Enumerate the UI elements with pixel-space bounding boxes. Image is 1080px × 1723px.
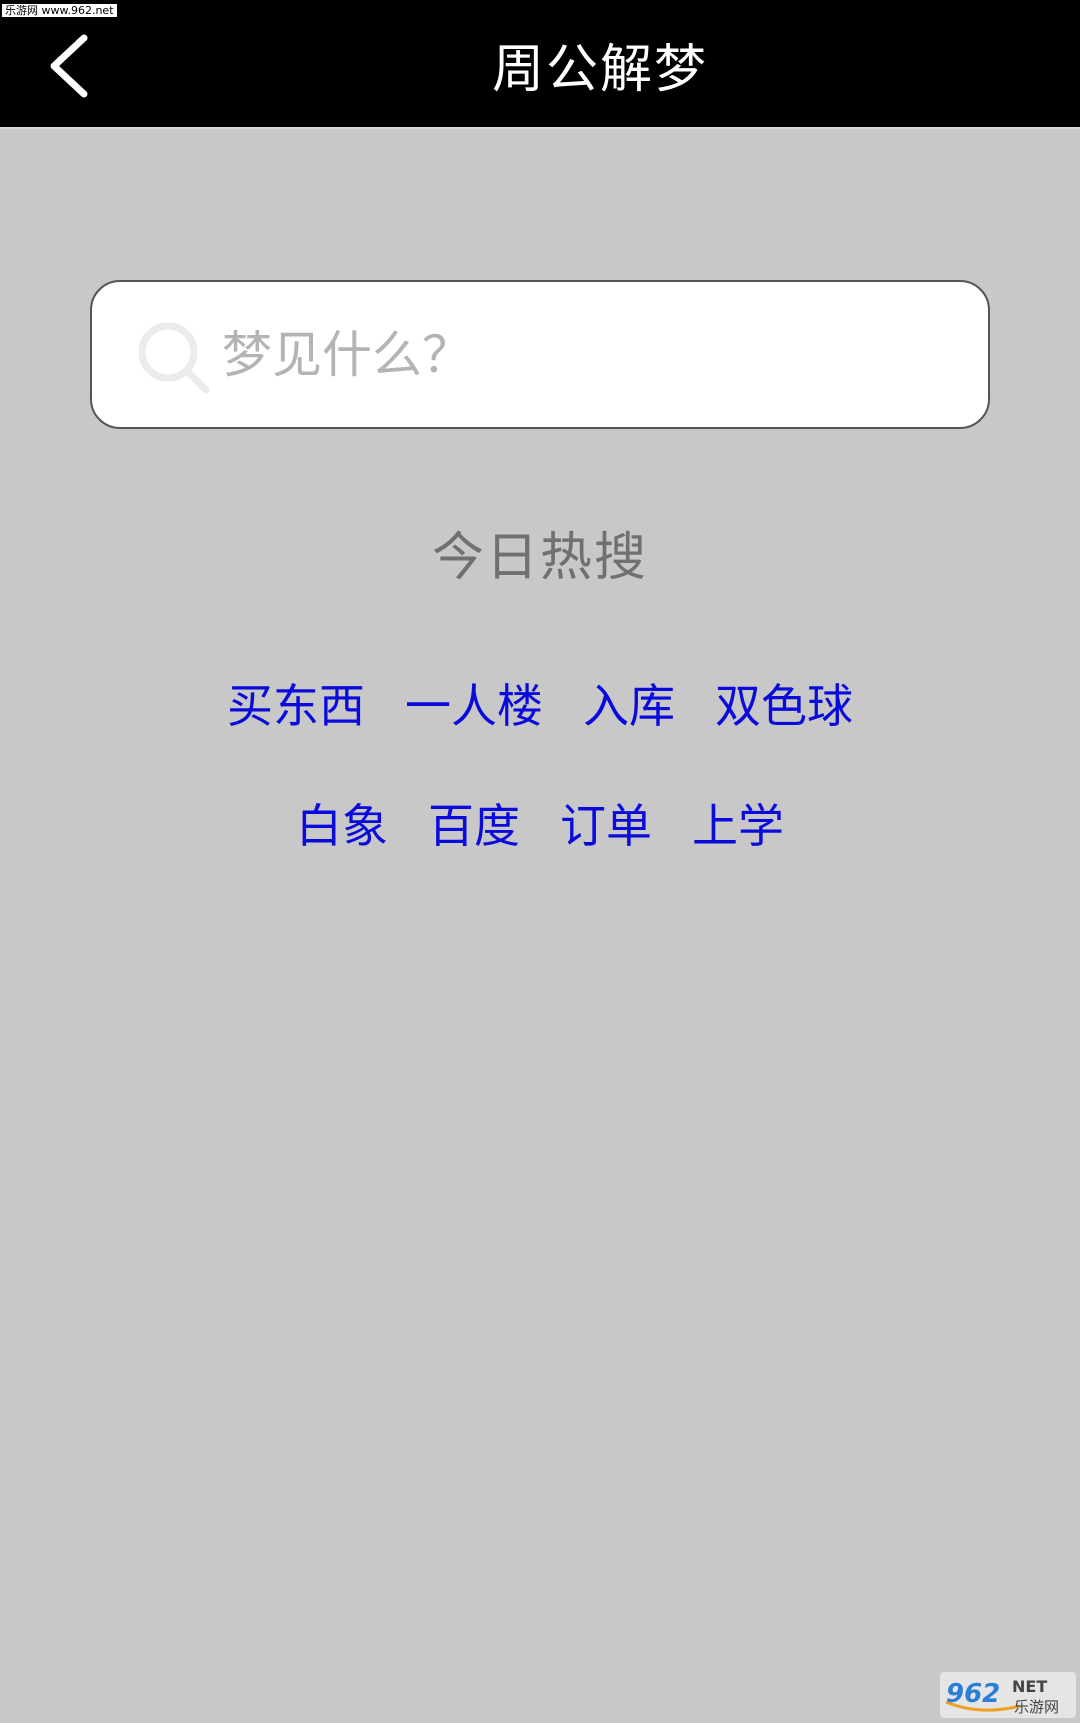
watermark-name: 乐游网 — [1014, 1698, 1059, 1716]
page-title: 周公解梦 — [491, 40, 708, 100]
hot-tag[interactable]: 白象 — [296, 794, 388, 858]
top-bar: 周公解梦 — [0, 0, 1080, 129]
hot-search-row: 白象 百度 订单 上学 — [0, 794, 1080, 858]
hot-tag[interactable]: 上学 — [692, 794, 784, 858]
search-icon — [136, 320, 212, 396]
watermark-logo: 962 NET 乐游网 — [940, 1672, 1076, 1718]
search-input[interactable] — [222, 312, 922, 398]
hot-tag[interactable]: 双色球 — [715, 674, 853, 738]
watermark-label: 乐游网 www.962.net — [2, 4, 117, 17]
watermark-suffix: NET — [1012, 1677, 1047, 1696]
search-box[interactable] — [90, 280, 990, 429]
hot-tag[interactable]: 一人楼 — [405, 674, 543, 738]
hot-tag[interactable]: 买东西 — [227, 674, 365, 738]
hot-tag[interactable]: 百度 — [428, 794, 520, 858]
hot-search-title: 今日热搜 — [431, 528, 648, 588]
watermark-number: 962 — [946, 1679, 1000, 1709]
hot-search-row: 买东西 一人楼 入库 双色球 — [0, 674, 1080, 738]
hot-tag[interactable]: 入库 — [583, 674, 675, 738]
hot-tag[interactable]: 订单 — [560, 794, 652, 858]
